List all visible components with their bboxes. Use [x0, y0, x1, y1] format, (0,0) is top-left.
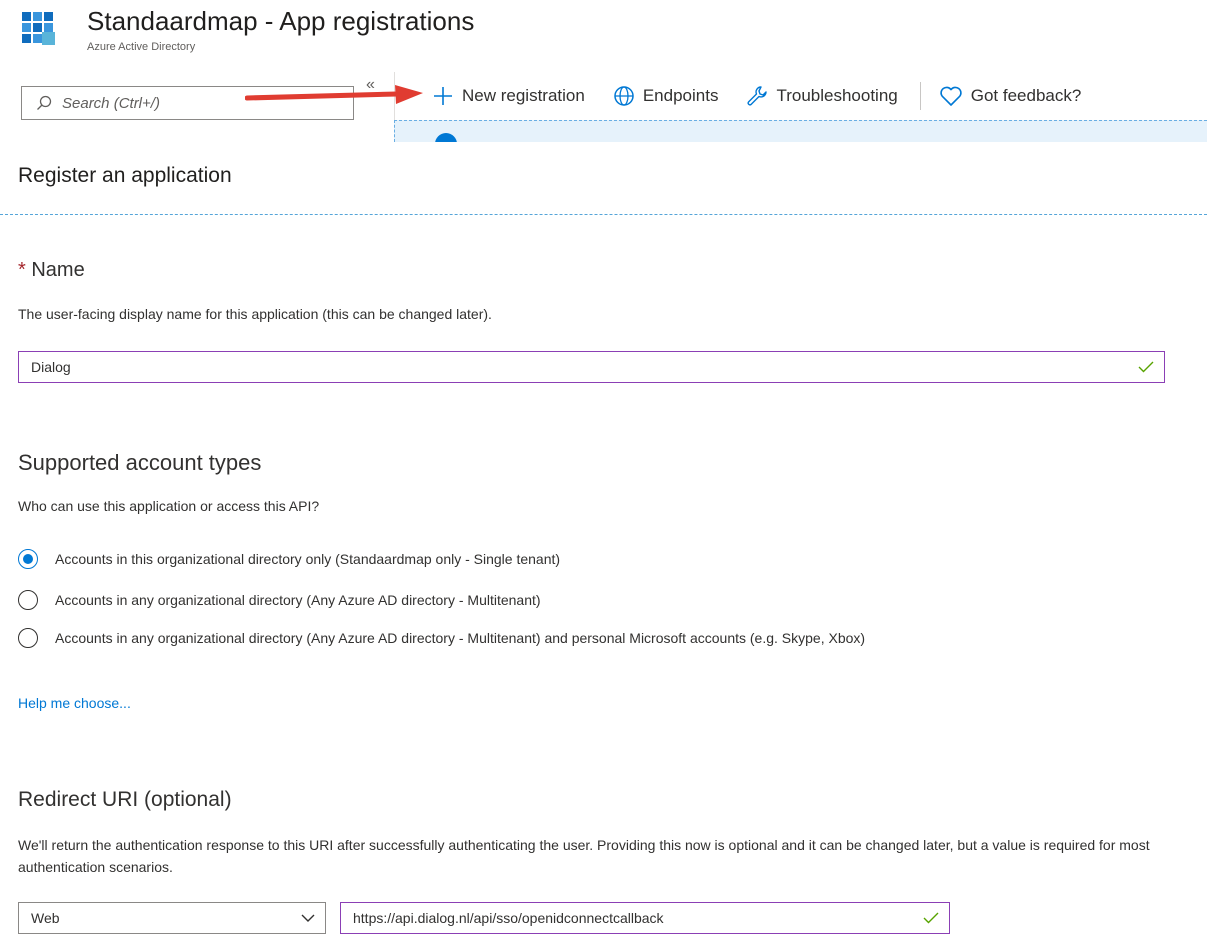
account-option-multitenant[interactable]: Accounts in any organizational directory… — [18, 590, 541, 610]
blade-divider — [0, 214, 1207, 215]
help-me-choose-link[interactable]: Help me choose... — [18, 695, 131, 711]
account-option-label: Accounts in any organizational directory… — [55, 630, 866, 646]
wrench-icon — [747, 86, 768, 106]
info-banner — [394, 120, 1207, 142]
page-subtitle: Azure Active Directory — [87, 41, 196, 53]
account-option-label: Accounts in this organizational director… — [55, 551, 561, 567]
troubleshooting-button[interactable]: Troubleshooting — [746, 85, 898, 107]
name-description: The user-facing display name for this ap… — [18, 306, 492, 322]
page-title: Standaardmap - App registrations — [87, 6, 475, 36]
redirect-uri-field[interactable]: https://api.dialog.nl/api/sso/openidconn… — [340, 902, 950, 934]
name-field-value: Dialog — [31, 359, 71, 375]
required-marker: * — [18, 259, 26, 281]
platform-select[interactable]: Web — [18, 902, 326, 934]
check-icon — [1138, 361, 1154, 373]
new-registration-button[interactable]: New registration — [432, 85, 585, 107]
redirect-uri-title: Redirect URI (optional) — [18, 788, 232, 811]
account-option-label: Accounts in any organizational directory… — [55, 592, 541, 608]
plus-icon — [434, 87, 452, 105]
platform-select-value: Web — [31, 910, 60, 926]
check-icon — [923, 912, 939, 924]
got-feedback-label: Got feedback? — [970, 86, 1082, 105]
account-types-title: Supported account types — [18, 450, 262, 475]
account-option-single-tenant[interactable]: Accounts in this organizational director… — [18, 549, 560, 569]
name-section-title: * Name — [18, 259, 85, 282]
radio-unchecked-icon[interactable] — [18, 628, 38, 648]
info-icon — [435, 133, 457, 142]
radio-unchecked-icon[interactable] — [18, 590, 38, 610]
endpoints-label: Endpoints — [642, 86, 719, 105]
new-registration-label: New registration — [462, 86, 585, 105]
got-feedback-button[interactable]: Got feedback? — [939, 85, 1082, 107]
blade-title: Register an application — [18, 164, 232, 187]
globe-icon — [614, 86, 634, 106]
search-placeholder: Search (Ctrl+/) — [62, 94, 160, 112]
annotation-arrow-icon — [245, 85, 423, 104]
name-field[interactable]: Dialog — [18, 351, 1165, 383]
radio-checked-icon[interactable] — [18, 549, 38, 569]
redirect-uri-value: https://api.dialog.nl/api/sso/openidconn… — [353, 910, 664, 926]
heart-icon — [940, 86, 962, 106]
search-icon — [36, 95, 52, 111]
account-option-multitenant-personal[interactable]: Accounts in any organizational directory… — [18, 628, 865, 648]
endpoints-button[interactable]: Endpoints — [613, 85, 719, 107]
redirect-uri-description: We'll return the authentication response… — [18, 837, 1150, 875]
command-bar: New registration Endpoints Troubleshooti… — [432, 80, 1081, 112]
account-types-question: Who can use this application or access t… — [18, 498, 320, 514]
toolbar-separator — [919, 82, 921, 110]
name-heading: Name — [31, 259, 85, 281]
chevron-down-icon — [301, 914, 315, 922]
app-registrations-grid-icon — [21, 10, 57, 46]
troubleshooting-label: Troubleshooting — [776, 86, 898, 105]
